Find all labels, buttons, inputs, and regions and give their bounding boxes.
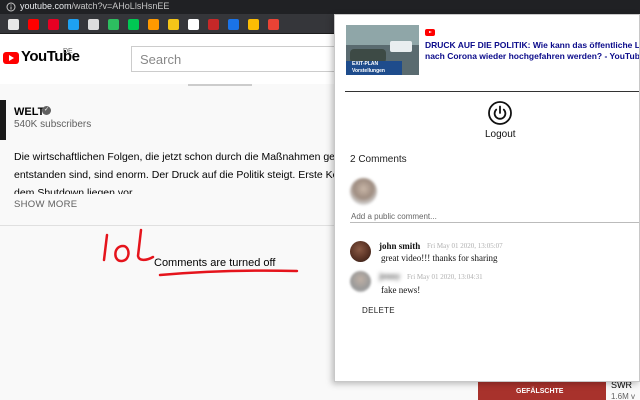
- comment-date: Fri May 01 2020, 13:05:07: [427, 242, 503, 250]
- popup-divider: [345, 91, 639, 92]
- recommended-views: 1.6M v: [611, 392, 636, 400]
- calendar-icon[interactable]: [228, 19, 239, 30]
- url-path: /watch?v=AHoLlsHsnEE: [71, 1, 170, 11]
- channel-avatar[interactable]: [0, 100, 6, 140]
- video-title-line: nach Corona wieder hochgefahren werden? …: [425, 51, 640, 61]
- site-info-icon[interactable]: [6, 2, 16, 12]
- comment-author: jenny: [379, 271, 401, 281]
- m-icon[interactable]: [88, 19, 99, 30]
- video-title-link[interactable]: DRUCK AUF DIE POLITIK: Wie kann das öffe…: [425, 40, 640, 62]
- tab-indicator: [188, 84, 252, 86]
- comments-count: 2 Comments: [350, 154, 407, 165]
- video-title-line: DRUCK AUF DIE POLITIK: Wie kann das öffe…: [425, 40, 640, 50]
- description-line: dem Shutdown liegen vor.: [14, 187, 135, 194]
- search-input[interactable]: Search: [131, 46, 341, 72]
- url-text[interactable]: youtube.com/watch?v=AHoLlsHsnEE: [20, 1, 169, 11]
- video-thumbnail[interactable]: EXIT-PLAN Vorstellungen: [346, 25, 419, 75]
- youtube-icon: [425, 29, 435, 36]
- drive-icon[interactable]: [248, 19, 259, 30]
- show-more-button[interactable]: SHOW MORE: [14, 199, 77, 210]
- power-icon[interactable]: [488, 101, 512, 125]
- comment-author: john smith: [379, 241, 421, 251]
- youtube-logo-icon[interactable]: [3, 52, 19, 64]
- notes-icon[interactable]: [168, 19, 179, 30]
- youtube-icon[interactable]: [28, 19, 39, 30]
- thumbnail-vehicle: [390, 41, 412, 52]
- description-line: Die wirtschaftlichen Folgen, die jetzt s…: [14, 151, 335, 163]
- commenter-avatar: [350, 241, 371, 262]
- current-user-avatar: [350, 178, 377, 205]
- verified-icon: ✓: [42, 106, 51, 115]
- thumbnail-banner: EXIT-PLAN Vorstellungen: [346, 61, 402, 75]
- handwritten-lol-scribble: [102, 228, 299, 277]
- gmail-icon[interactable]: [268, 19, 279, 30]
- thumbnail-banner-line: EXIT-PLAN: [352, 61, 379, 67]
- twitter-icon[interactable]: [68, 19, 79, 30]
- comment-input-underline: [350, 222, 639, 223]
- url-host: youtube.com: [20, 1, 72, 11]
- commenter-avatar: [350, 271, 371, 292]
- chrome-icon[interactable]: [8, 19, 19, 30]
- delete-comment-button[interactable]: DELETE: [362, 306, 395, 315]
- comments-extension-popup: EXIT-PLAN Vorstellungen DRUCK AUF DIE PO…: [334, 14, 640, 382]
- video-description: Die wirtschaftlichen Folgen, die jetzt s…: [14, 148, 336, 194]
- thumbnail-banner-line: Vorstellungen: [352, 68, 385, 74]
- browser-address-bar[interactable]: youtube.com/watch?v=AHoLlsHsnEE: [0, 0, 640, 14]
- youtube-region-label: DE: [63, 48, 73, 55]
- thumbnail-caption: GEFÄLSCHTE: [516, 388, 564, 395]
- amazon-icon[interactable]: [148, 19, 159, 30]
- search-placeholder: Search: [140, 52, 182, 67]
- comment-date: Fri May 01 2020, 13:04:31: [407, 273, 483, 281]
- channel-name[interactable]: WELT: [14, 106, 44, 118]
- description-line: entstanden sind, sind enorm. Der Druck a…: [14, 169, 336, 181]
- evernote-icon[interactable]: [108, 19, 119, 30]
- comment-text: fake news!: [381, 285, 421, 295]
- add-comment-input[interactable]: Add a public comment...: [351, 212, 437, 221]
- logout-button[interactable]: Logout: [485, 129, 516, 140]
- extension-icon[interactable]: [128, 19, 139, 30]
- subscriber-count: 540K subscribers: [14, 119, 92, 130]
- shop-icon[interactable]: [208, 19, 219, 30]
- bookmark-icon[interactable]: [188, 19, 199, 30]
- pinterest-icon[interactable]: [48, 19, 59, 30]
- comment-text: great video!!! thanks for sharing: [381, 253, 498, 263]
